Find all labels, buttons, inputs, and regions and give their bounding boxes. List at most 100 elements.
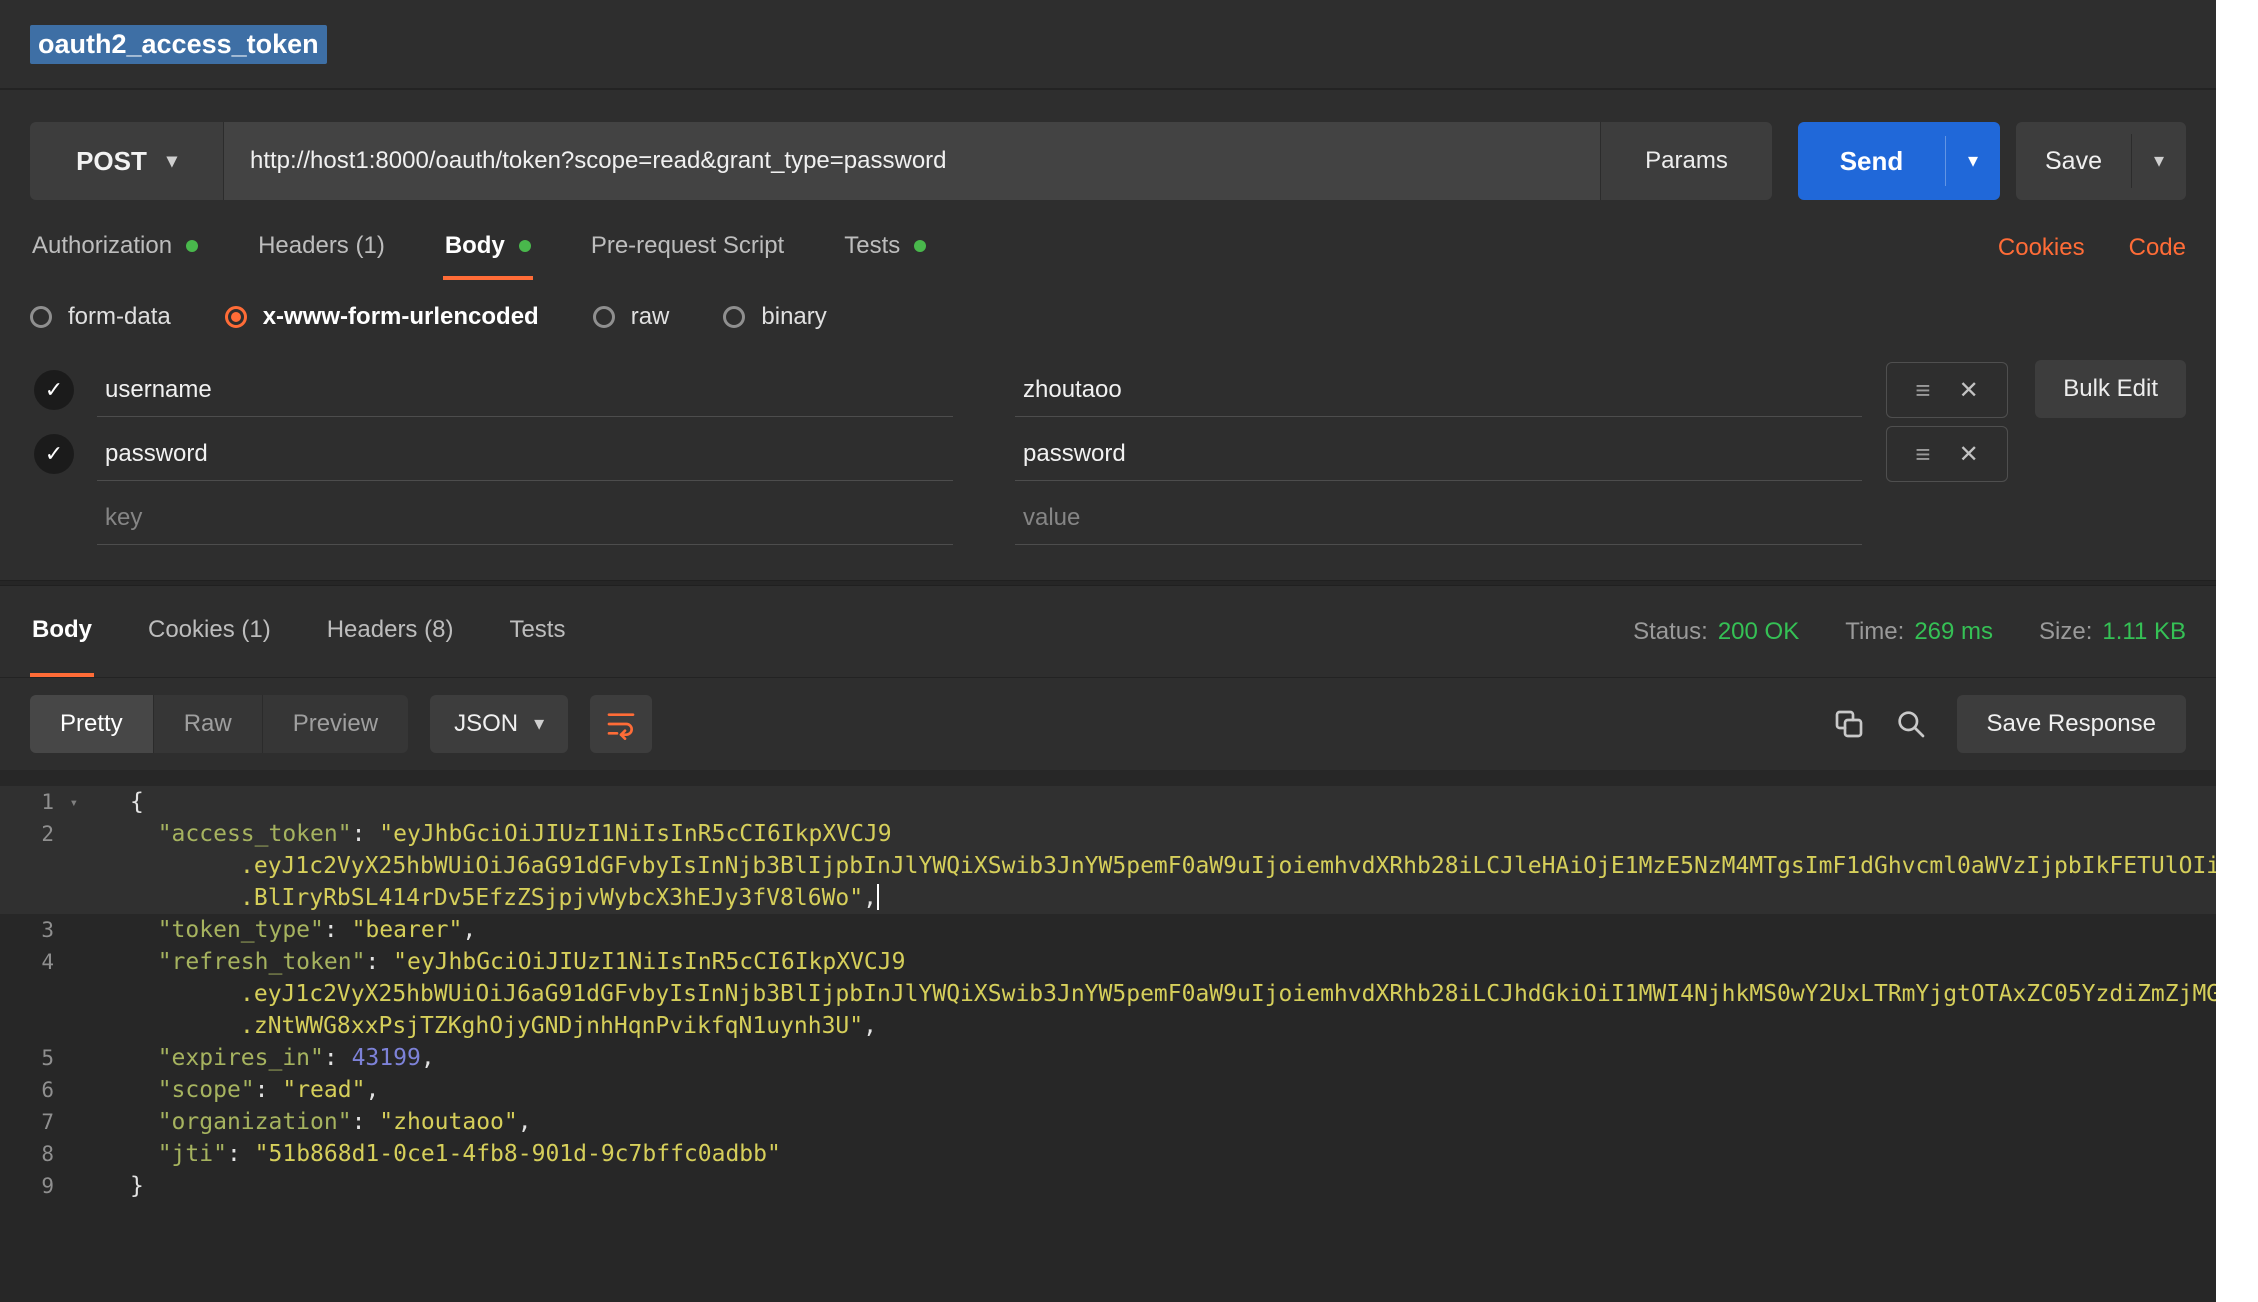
key-input[interactable] (97, 428, 953, 480)
radio-icon (593, 306, 615, 328)
code-content: "token_type": "bearer", (130, 914, 2196, 946)
close-icon[interactable]: ✕ (1959, 376, 1979, 405)
row-enabled-checkbox[interactable]: ✓ (34, 370, 74, 410)
tab-label: Body (445, 232, 505, 260)
drag-handle-icon[interactable]: ≡ (1915, 375, 1930, 406)
tab-body[interactable]: Body (443, 216, 533, 280)
line-number: 8 (0, 1138, 84, 1170)
key-input[interactable] (97, 364, 953, 416)
code-content: "organization": "zhoutaoo", (130, 1106, 2196, 1138)
code-token: "jti" (158, 1141, 227, 1167)
code-token: "expires_in" (158, 1045, 324, 1071)
code-token: .zNtWWG8xxPsjTZKghOjyGNDjnhHqnPvikfqN1uy… (240, 1013, 863, 1039)
line-number: 6 (0, 1074, 84, 1106)
response-actions: Save Response (1833, 695, 2186, 753)
view-pretty-button[interactable]: Pretty (30, 695, 153, 753)
search-icon (1895, 708, 1927, 740)
size-badge: Size: 1.11 KB (2039, 618, 2186, 646)
row-actions: ≡ ✕ (1886, 426, 2008, 482)
radio-raw[interactable]: raw (593, 303, 670, 331)
format-label: JSON (454, 710, 518, 738)
request-section: POST ▾ Params Send ▾ Save ▾ Authorizatio… (0, 90, 2216, 580)
code-token: : (324, 1045, 352, 1071)
form-data-editor: ✓ ≡ ✕ ✓ ≡ ✕ (30, 358, 2186, 550)
tab-label: Pre-request Script (591, 232, 784, 260)
code-token: "token_type" (158, 917, 324, 943)
value-input[interactable] (1015, 492, 1862, 544)
key-input[interactable] (97, 492, 953, 544)
radio-x-www-form-urlencoded[interactable]: x-www-form-urlencoded (225, 303, 539, 331)
text-cursor (877, 884, 879, 910)
radio-icon (225, 306, 247, 328)
code-token: "read" (282, 1077, 365, 1103)
code-content: "access_token": "eyJhbGciOiJIUzI1NiIsInR… (130, 818, 2216, 914)
code-content: "scope": "read", (130, 1074, 2196, 1106)
body-type-selector: form-data x-www-form-urlencoded raw bina… (30, 294, 2186, 340)
status-value: 200 OK (1718, 618, 1799, 646)
response-tab-headers[interactable]: Headers (8) (325, 586, 456, 677)
format-dropdown[interactable]: JSON ▾ (430, 695, 568, 753)
radio-binary[interactable]: binary (723, 303, 826, 331)
line-number: 4 (0, 946, 84, 978)
code-token: .eyJ1c2VyX25hbWUiOiJ6aG91dGFvbyIsInNjb3B… (240, 981, 2216, 1007)
save-button[interactable]: Save ▾ (2016, 122, 2186, 200)
chevron-down-icon[interactable]: ▾ (1968, 151, 1978, 171)
close-icon[interactable]: ✕ (1959, 440, 1979, 469)
code-token: : (255, 1077, 283, 1103)
view-raw-button[interactable]: Raw (153, 695, 262, 753)
tab-pre-request-script[interactable]: Pre-request Script (589, 216, 786, 280)
code-token: "refresh_token" (158, 949, 366, 975)
response-tab-cookies[interactable]: Cookies (1) (146, 586, 273, 677)
tab-tests[interactable]: Tests (842, 216, 928, 280)
code-line: 2 "access_token": "eyJhbGciOiJIUzI1NiIsI… (0, 818, 2216, 914)
form-row: ✓ ≡ ✕ (30, 422, 2186, 486)
code-token: .eyJ1c2VyX25hbWUiOiJ6aG91dGFvbyIsInNjb3B… (240, 853, 2216, 879)
code-line: 9} (0, 1170, 2216, 1202)
chevron-down-icon: ▾ (534, 714, 544, 734)
chevron-down-icon[interactable]: ▾ (2154, 151, 2164, 171)
radio-label: form-data (68, 303, 171, 331)
response-tab-body[interactable]: Body (30, 586, 94, 677)
fold-caret-icon[interactable]: ▾ (70, 787, 78, 819)
tab-label: Body (32, 616, 92, 644)
tab-authorization[interactable]: Authorization (30, 216, 200, 280)
code-token (130, 917, 158, 943)
code-link[interactable]: Code (2129, 234, 2186, 262)
green-dot-icon (519, 240, 531, 252)
response-body-viewer[interactable]: 1▾{2 "access_token": "eyJhbGciOiJIUzI1Ni… (0, 770, 2216, 1302)
code-token (130, 1109, 158, 1135)
url-input[interactable] (224, 122, 1600, 200)
cookies-link[interactable]: Cookies (1998, 234, 2085, 262)
code-line: 3 "token_type": "bearer", (0, 914, 2216, 946)
code-line: 4 "refresh_token": "eyJhbGciOiJIUzI1NiIs… (0, 946, 2216, 1042)
copy-button[interactable] (1833, 708, 1865, 740)
drag-handle-icon[interactable]: ≡ (1915, 439, 1930, 470)
green-dot-icon (186, 240, 198, 252)
row-enabled-checkbox[interactable]: ✓ (34, 434, 74, 474)
line-number: 9 (0, 1170, 84, 1202)
line-number: 2 (0, 818, 84, 850)
send-button[interactable]: Send ▾ (1798, 122, 2000, 200)
time-value: 269 ms (1914, 618, 1993, 646)
params-button[interactable]: Params (1600, 122, 1772, 200)
view-preview-button[interactable]: Preview (262, 695, 408, 753)
method-dropdown[interactable]: POST ▾ (30, 122, 224, 200)
value-input[interactable] (1015, 428, 1862, 480)
tab-label: Authorization (32, 232, 172, 260)
code-content: } (130, 1170, 2196, 1202)
code-token: , (462, 917, 476, 943)
radio-form-data[interactable]: form-data (30, 303, 171, 331)
code-token: "access_token" (158, 821, 352, 847)
request-tab-title[interactable]: oauth2_access_token (30, 25, 327, 64)
check-icon: ✓ (45, 441, 63, 467)
radio-label: x-www-form-urlencoded (263, 303, 539, 331)
bulk-edit-button[interactable]: Bulk Edit (2035, 360, 2186, 418)
size-label: Size: (2039, 618, 2092, 646)
tab-headers[interactable]: Headers (1) (256, 216, 387, 280)
response-tab-tests[interactable]: Tests (507, 586, 567, 677)
code-line: 1▾{ (0, 786, 2216, 818)
wrap-text-button[interactable] (590, 695, 652, 753)
value-input[interactable] (1015, 364, 1862, 416)
save-response-button[interactable]: Save Response (1957, 695, 2186, 753)
search-button[interactable] (1895, 708, 1927, 740)
